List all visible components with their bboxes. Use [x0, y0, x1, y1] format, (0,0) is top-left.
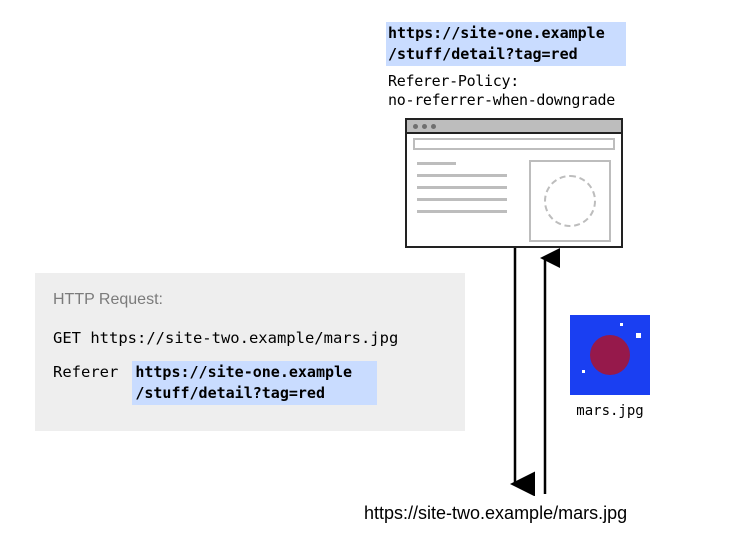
browser-image-placeholder	[529, 160, 611, 242]
page-url-highlight: https://site-one.example /stuff/detail?t…	[386, 22, 626, 66]
http-request-title: HTTP Request:	[53, 291, 449, 309]
window-control-icon	[413, 124, 418, 129]
browser-topbar	[407, 120, 621, 134]
image-loading-icon	[544, 175, 596, 227]
mars-image-block: mars.jpg	[570, 315, 650, 419]
http-request-get-line: GET https://site-two.example/mars.jpg	[53, 329, 449, 347]
star-icon	[582, 370, 585, 373]
resource-url: https://site-two.example/mars.jpg	[364, 503, 627, 524]
planet-icon	[590, 335, 630, 375]
http-request-referer-line: Referer https://site-one.example /stuff/…	[53, 361, 449, 405]
star-icon	[636, 333, 641, 338]
window-control-icon	[431, 124, 436, 129]
referer-policy-value: no-referrer-when-downgrade	[388, 91, 615, 110]
window-control-icon	[422, 124, 427, 129]
referer-header-url: https://site-one.example /stuff/detail?t…	[132, 361, 377, 405]
referer-header-label: Referer	[53, 361, 118, 381]
page-url-text: https://site-one.example /stuff/detail?t…	[386, 22, 626, 66]
mars-image	[570, 315, 650, 395]
browser-mock	[405, 118, 623, 248]
browser-urlbar	[413, 138, 615, 150]
referer-policy-label: Referer-Policy:	[388, 72, 615, 91]
http-request-box: HTTP Request: GET https://site-two.examp…	[35, 273, 465, 431]
browser-text-lines	[417, 160, 515, 242]
mars-image-caption: mars.jpg	[570, 403, 650, 419]
request-response-arrows-icon	[500, 248, 560, 496]
browser-body	[407, 154, 621, 250]
referer-policy: Referer-Policy: no-referrer-when-downgra…	[388, 72, 615, 110]
star-icon	[620, 323, 623, 326]
